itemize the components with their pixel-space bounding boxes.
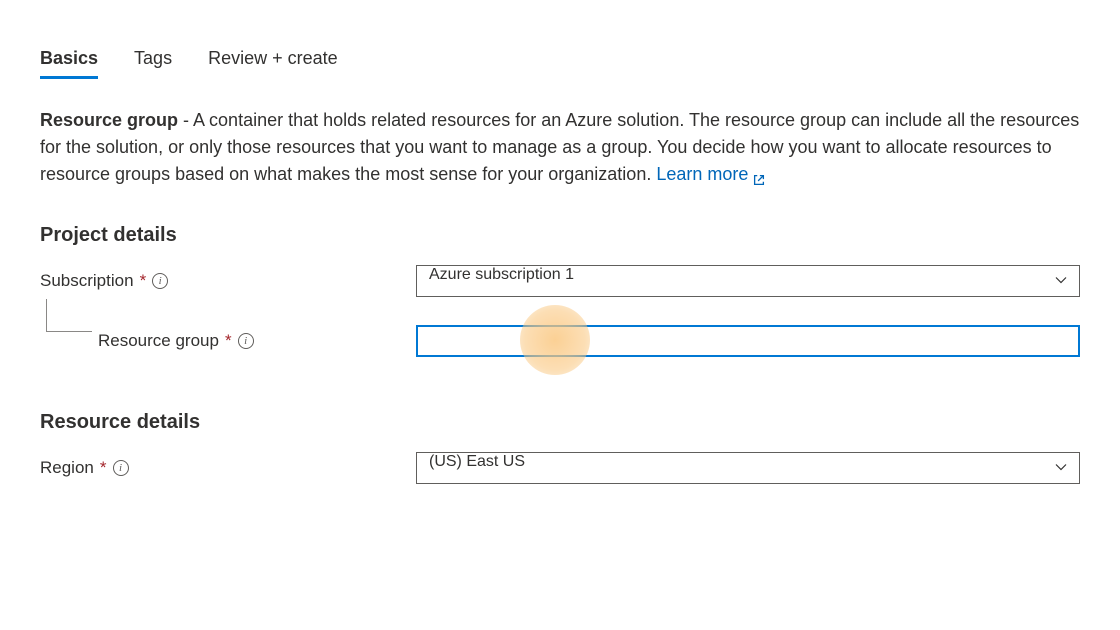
- tab-review-create[interactable]: Review + create: [208, 48, 338, 79]
- tree-connector: [40, 299, 98, 347]
- description-body: - A container that holds related resourc…: [40, 110, 1079, 184]
- description-lead: Resource group: [40, 110, 178, 130]
- resource-group-description: Resource group - A container that holds …: [40, 107, 1080, 188]
- region-label: Region: [40, 458, 94, 478]
- resource-group-input[interactable]: [416, 325, 1080, 357]
- resource-details-heading: Resource details: [40, 411, 1080, 434]
- resource-group-label: Resource group: [98, 331, 219, 351]
- info-icon[interactable]: i: [113, 460, 129, 476]
- subscription-label: Subscription: [40, 271, 134, 291]
- tab-tags[interactable]: Tags: [134, 48, 172, 79]
- info-icon[interactable]: i: [238, 333, 254, 349]
- external-link-icon: [752, 168, 766, 182]
- subscription-select[interactable]: Azure subscription 1: [416, 265, 1080, 297]
- required-indicator: *: [100, 458, 107, 478]
- project-details-heading: Project details: [40, 224, 1080, 247]
- required-indicator: *: [225, 331, 232, 351]
- required-indicator: *: [140, 271, 147, 291]
- region-select[interactable]: (US) East US: [416, 452, 1080, 484]
- tab-basics[interactable]: Basics: [40, 48, 98, 79]
- learn-more-link[interactable]: Learn more: [656, 161, 766, 188]
- info-icon[interactable]: i: [152, 273, 168, 289]
- tab-bar: Basics Tags Review + create: [40, 40, 1080, 79]
